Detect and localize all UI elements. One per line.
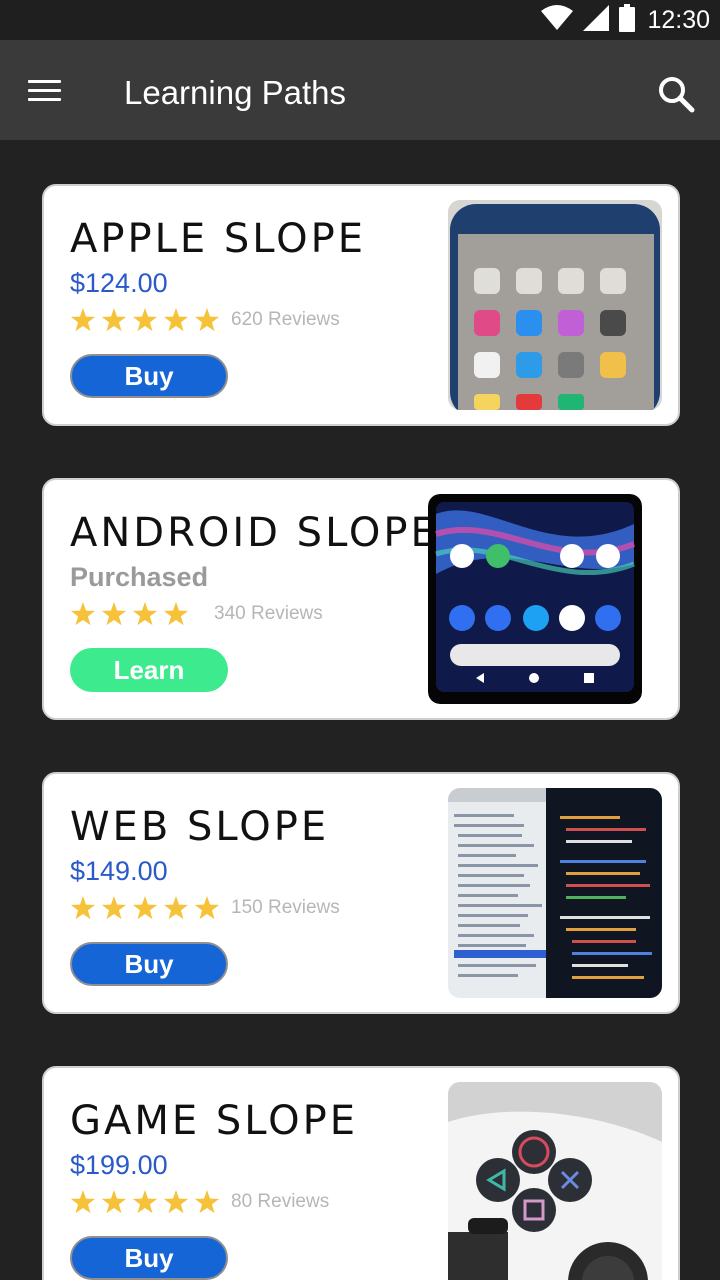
wifi-icon xyxy=(541,4,574,36)
purchased-label: Purchased xyxy=(70,562,209,592)
course-title: APPLE SLOPE xyxy=(70,216,367,262)
menu-icon[interactable] xyxy=(28,80,62,104)
course-image xyxy=(448,788,662,998)
star-icon xyxy=(70,896,96,920)
signal-icon xyxy=(583,4,610,36)
star-icon xyxy=(101,1190,127,1214)
review-count: 150 Reviews xyxy=(231,897,340,918)
star-icon xyxy=(132,602,158,626)
course-image xyxy=(428,494,642,704)
star-icon xyxy=(70,1190,96,1214)
rating: 620 Reviews xyxy=(70,308,340,332)
course-image xyxy=(448,200,662,410)
course-card[interactable]: ANDROID SLOPE Purchased 340 Reviews Lear… xyxy=(42,478,680,720)
course-image xyxy=(448,1082,662,1280)
battery-icon xyxy=(619,3,636,37)
rating: 340 Reviews xyxy=(70,602,323,626)
review-count: 340 Reviews xyxy=(214,603,323,624)
star-icon xyxy=(132,308,158,332)
course-card[interactable]: WEB SLOPE $149.00 150 Reviews Buy xyxy=(42,772,680,1014)
star-icon xyxy=(194,1190,220,1214)
course-title: GAME SLOPE xyxy=(70,1098,358,1144)
course-price: $199.00 xyxy=(70,1150,168,1180)
star-icon xyxy=(163,308,189,332)
star-icon xyxy=(70,308,96,332)
app-bar: Learning Paths xyxy=(0,40,720,140)
star-icon xyxy=(163,896,189,920)
star-icon xyxy=(132,1190,158,1214)
course-card[interactable]: APPLE SLOPE $124.00 620 Reviews Buy xyxy=(42,184,680,426)
rating: 80 Reviews xyxy=(70,1190,329,1214)
star-icon xyxy=(194,308,220,332)
review-count: 620 Reviews xyxy=(231,309,340,330)
star-icon xyxy=(101,602,127,626)
course-title: WEB SLOPE xyxy=(70,804,330,850)
buy-button[interactable]: Buy xyxy=(70,1236,228,1280)
course-title: ANDROID SLOPE xyxy=(70,510,439,556)
star-icon xyxy=(101,896,127,920)
review-count: 80 Reviews xyxy=(231,1191,330,1212)
buy-button[interactable]: Buy xyxy=(70,942,228,986)
course-price: $149.00 xyxy=(70,856,168,886)
course-card[interactable]: GAME SLOPE $199.00 80 Reviews Buy xyxy=(42,1066,680,1280)
star-icon xyxy=(163,602,189,626)
learn-button[interactable]: Learn xyxy=(70,648,228,692)
course-price: $124.00 xyxy=(70,268,168,298)
star-icon xyxy=(163,1190,189,1214)
star-icon xyxy=(194,896,220,920)
page-title: Learning Paths xyxy=(124,74,346,111)
star-icon xyxy=(132,896,158,920)
buy-button[interactable]: Buy xyxy=(70,354,228,398)
status-bar: 12:30 xyxy=(0,0,720,40)
search-icon[interactable] xyxy=(656,74,696,114)
star-icon xyxy=(70,602,96,626)
rating: 150 Reviews xyxy=(70,896,340,920)
star-icon xyxy=(101,308,127,332)
status-time: 12:30 xyxy=(647,5,710,34)
